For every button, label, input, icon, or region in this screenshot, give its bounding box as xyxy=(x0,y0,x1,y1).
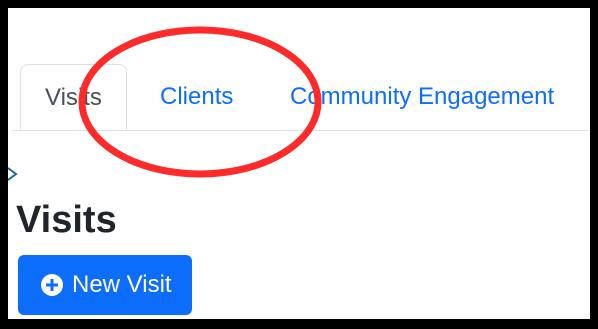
screenshot-frame: Visits Clients Community Engagement Visi… xyxy=(0,0,598,329)
arrow-right-icon xyxy=(8,167,18,181)
tab-community-engagement[interactable]: Community Engagement xyxy=(290,64,554,130)
plus-circle-icon xyxy=(41,274,63,296)
page-title: Visits xyxy=(16,199,117,241)
tab-clients[interactable]: Clients xyxy=(160,64,233,130)
new-visit-label: New Visit xyxy=(72,271,172,298)
tab-visits[interactable]: Visits xyxy=(20,64,127,130)
new-visit-button[interactable]: New Visit xyxy=(18,255,192,315)
tab-bar: Visits Clients Community Engagement xyxy=(12,64,590,131)
